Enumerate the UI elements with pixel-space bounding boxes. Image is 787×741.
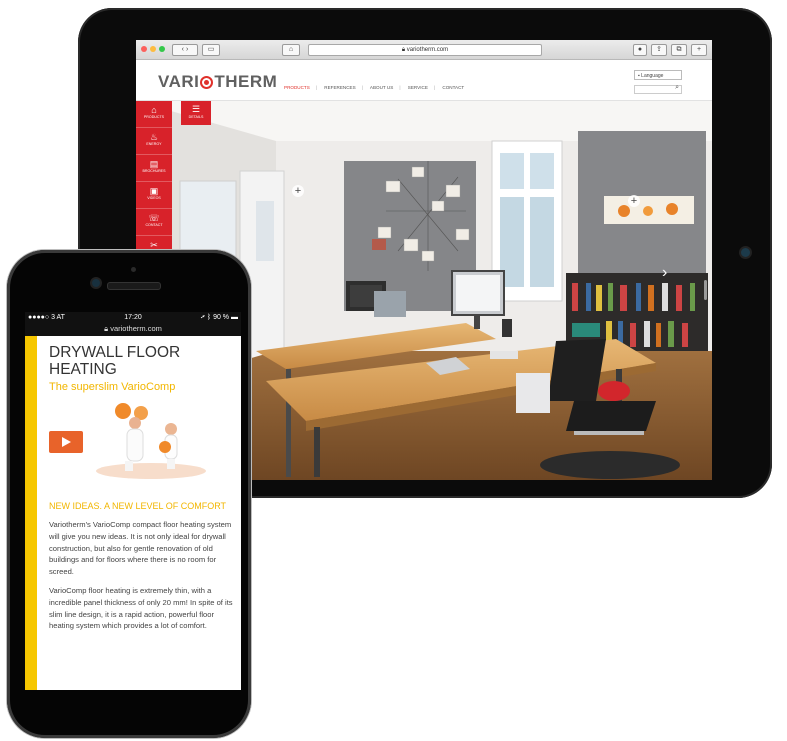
battery-status: ➚ ᛒ 90 % ▬: [200, 314, 238, 321]
location-icon: ➚: [200, 314, 205, 321]
language-select[interactable]: ▪ Language: [634, 70, 682, 80]
promo-video[interactable]: [49, 397, 237, 479]
chevron-left-icon[interactable]: ‹: [182, 46, 184, 53]
side-menu-brochures[interactable]: ▤ BROCHURES: [136, 155, 172, 182]
lock-icon: 🔒︎: [104, 324, 109, 333]
site-header: VARI THERM PRODUCTS | REFERENCES | ABOUT US…: [136, 60, 712, 101]
share-button[interactable]: ⇪: [651, 44, 667, 56]
site-search-input[interactable]: ⌕: [634, 84, 682, 94]
phone-device: ●●●●○ 3 AT 17:20 ➚ ᛒ 90 % ▬ 🔒︎ variother…: [7, 250, 251, 738]
bulb-icon: ♨: [149, 132, 159, 142]
tools-icon: ✂: [150, 240, 158, 250]
scrollbar[interactable]: [704, 280, 707, 300]
back-forward-buttons[interactable]: ‹ ›: [172, 44, 198, 56]
phone-screen: ●●●●○ 3 AT 17:20 ➚ ᛒ 90 % ▬ 🔒︎ variother…: [25, 312, 241, 690]
sidebar-toggle-button[interactable]: ▭: [202, 44, 220, 56]
nav-contact[interactable]: CONTACT: [442, 85, 464, 90]
new-tab-button[interactable]: +: [691, 44, 707, 56]
side-menu-energy[interactable]: ♨ ENERGY: [136, 128, 172, 155]
side-menu: ⌂ PRODUCTS ♨ ENERGY ▤ BROCHURES ▣ VIDEOS ☏ CO…: [136, 101, 172, 254]
nav-products[interactable]: PRODUCTS: [284, 85, 310, 90]
address-text: variotherm.com: [406, 47, 449, 53]
play-button[interactable]: [49, 431, 83, 453]
sidebar-icon: ▭: [207, 46, 215, 53]
brochure-icon: ▤: [149, 159, 159, 169]
phone-sensor: [131, 267, 136, 272]
yellow-accent-strip: [25, 336, 37, 690]
bluetooth-icon: ᛒ: [206, 314, 212, 321]
reader-button[interactable]: ●: [633, 44, 647, 56]
battery-icon: ▬: [231, 314, 238, 321]
language-label: Language: [641, 73, 664, 79]
tablet-camera: [741, 248, 750, 257]
phone-front-camera: [92, 279, 100, 287]
page-title: DRYWALL FLOOR HEATING: [49, 344, 181, 378]
house-icon: ⌂: [151, 105, 157, 115]
tabs-button[interactable]: ⧉: [671, 44, 687, 56]
download-icon: ●: [637, 46, 643, 53]
side-menu-products[interactable]: ⌂ PRODUCTS: [136, 101, 172, 128]
home-icon: ⌂: [288, 46, 294, 53]
phone-icon: ☏: [148, 213, 160, 223]
search-icon[interactable]: ⌕: [675, 84, 679, 92]
body-paragraph-1: Variotherm's VarioComp compact floor hea…: [49, 520, 232, 577]
flag-icon: ▪: [638, 73, 640, 79]
browser-toolbar: ‹ › ▭ ⌂ 🔒︎ variotherm.com ● ⇪ ⧉ +: [136, 40, 712, 60]
section-heading: NEW IDEAS. A NEW LEVEL OF COMFORT: [49, 501, 227, 511]
minimize-window-button[interactable]: [150, 46, 156, 52]
plus-icon: +: [696, 46, 702, 53]
tabs-icon: ⧉: [676, 46, 682, 53]
phone-speaker: [107, 282, 161, 290]
home-button[interactable]: ⌂: [282, 44, 300, 56]
body-paragraph-2: VarioComp floor heating is extremely thi…: [49, 585, 233, 631]
hotspot-plus-left[interactable]: +: [292, 185, 304, 197]
share-icon: ⇪: [656, 46, 662, 53]
zoom-window-button[interactable]: [159, 46, 165, 52]
close-window-button[interactable]: [141, 46, 147, 52]
chevron-right-icon[interactable]: ›: [186, 46, 188, 53]
nav-service[interactable]: SERVICE: [408, 85, 428, 90]
video-icon: ▣: [149, 186, 159, 196]
address-bar[interactable]: 🔒︎ variotherm.com: [308, 44, 542, 56]
list-icon: ☰: [191, 104, 201, 114]
nav-references[interactable]: REFERENCES: [324, 85, 355, 90]
next-slide-arrow-icon[interactable]: ›: [662, 264, 667, 282]
lock-icon: 🔒︎: [401, 47, 406, 53]
phone-address-bar[interactable]: 🔒︎ variotherm.com: [25, 323, 241, 336]
page-subtitle: The superslim VarioComp: [49, 381, 176, 393]
logo-o-mark-icon: [200, 76, 214, 89]
phone-status-bar: ●●●●○ 3 AT 17:20 ➚ ᛒ 90 % ▬: [25, 312, 241, 323]
side-menu-videos[interactable]: ▣ VIDEOS: [136, 182, 172, 209]
hotspot-plus-right[interactable]: +: [628, 195, 640, 207]
side-menu-contact[interactable]: ☏ CONTACT: [136, 209, 172, 236]
variotherm-logo[interactable]: VARI THERM: [158, 72, 277, 92]
phone-page: DRYWALL FLOOR HEATING The superslim Vari…: [25, 336, 241, 690]
nav-about-us[interactable]: ABOUT US: [370, 85, 393, 90]
main-nav: PRODUCTS | REFERENCES | ABOUT US | SERVICE |…: [284, 85, 465, 90]
details-tab[interactable]: ☰ DETAILS: [181, 101, 211, 125]
family-promo-image: [96, 403, 206, 479]
